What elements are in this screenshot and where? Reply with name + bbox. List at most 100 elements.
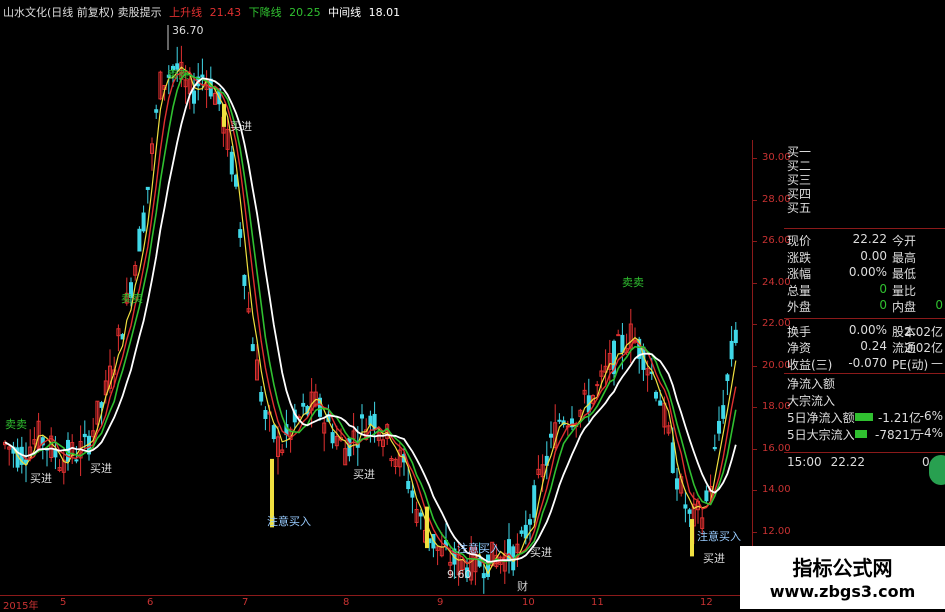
price-tick	[752, 158, 757, 159]
candle-body	[154, 109, 159, 113]
side-toggle-button[interactable]	[929, 455, 945, 485]
price-tick-label: 12.00	[762, 525, 791, 537]
separator	[784, 373, 945, 374]
quote-key: 涨幅	[787, 267, 812, 281]
quote-value-2: 2.02亿	[904, 324, 943, 339]
price-tick-label: 14.00	[762, 484, 791, 495]
price-tick	[752, 324, 757, 325]
signal-bar	[690, 519, 694, 557]
quote-value: 0.24	[860, 339, 887, 353]
quote-value: -0.070	[848, 355, 887, 370]
quote-key: 总量	[787, 283, 812, 298]
sell-signal-label: 卖卖	[167, 68, 189, 81]
buy-signal-label: 买进	[530, 546, 552, 559]
flow-row: 5日净流入额 -1.21亿 -6%	[787, 409, 945, 425]
candle-body	[229, 151, 234, 175]
kline-svg[interactable]: 36.709.60卖卖卖卖卖卖卖卖买进买进买进买进买进 买进注意买入注意买入注意买…	[0, 0, 752, 595]
flow-key: 5日净流入额	[787, 411, 855, 425]
quote-key-2: 内盘	[892, 300, 917, 314]
flow-row: 5日大宗流入 -7821万 -4%	[787, 426, 945, 442]
candle-body	[410, 490, 415, 498]
buy-level-label: 买五	[787, 201, 812, 215]
flow-row: 大宗流入	[787, 392, 945, 408]
flow-key: 大宗流入	[787, 394, 836, 408]
ma-yellow-line	[4, 66, 737, 575]
price-tick	[752, 531, 757, 533]
high-price-label: 36.70	[172, 24, 204, 37]
candle-body	[528, 519, 532, 525]
up-line-label: 上升线	[169, 6, 203, 19]
candle-body	[616, 334, 621, 337]
quote-value: 0.00%	[848, 322, 887, 337]
kline-chart[interactable]: 36.70 9.60 卖卖 卖卖 卖卖 卖卖 买进 买进 买进 买进 买进 买进 注意买入 注意买入 注意买…	[0, 0, 752, 595]
sell-signal-label: 卖卖	[622, 276, 644, 289]
quote-key: 净资	[787, 341, 812, 355]
quote-value-2: 2.02亿	[904, 341, 943, 355]
flow-key: 净流入额	[787, 377, 836, 391]
quote-row: 收益(三) -0.070 PE(动) —	[787, 356, 945, 372]
attention-buy-label: 注意买入	[697, 529, 741, 543]
quote-value-2: 0	[935, 298, 943, 312]
candle-body	[725, 374, 730, 381]
watermark: 指标公式网 www.zbgs3.com	[740, 546, 945, 609]
candle-body	[481, 573, 486, 579]
chart-header: 山水文化(日线 前复权) 卖股提示 上升线 21.43 下降线 20.25 中间…	[3, 4, 404, 20]
flow-bar	[855, 430, 867, 438]
watermark-title: 指标公式网	[792, 556, 893, 580]
quote-value-2: —	[931, 355, 943, 370]
candle-body	[687, 509, 692, 514]
separator	[784, 318, 945, 319]
quote-key: 外盘	[787, 300, 812, 314]
candle-body	[670, 442, 675, 473]
up-line-value: 21.43	[209, 6, 242, 19]
quote-key: 现价	[787, 234, 812, 248]
candle-body	[145, 186, 150, 190]
date-tick-label: 10	[522, 597, 535, 608]
candle-body	[271, 425, 276, 440]
quote-key: 收益(三)	[787, 357, 833, 372]
date-tick-label: 9	[437, 597, 444, 608]
buy-level-row: 买五	[787, 199, 945, 215]
candle-body	[330, 432, 335, 444]
flow-value: -1.21亿	[877, 411, 921, 425]
candle-body	[712, 446, 717, 450]
flow-percent: -4%	[919, 426, 943, 440]
price-tick	[752, 241, 757, 242]
sell-signal-label: 卖卖	[121, 292, 143, 305]
quote-row: 涨跌 0.00 最高	[787, 249, 945, 265]
low-price-label: 9.60	[447, 568, 472, 581]
candle-body	[595, 384, 600, 387]
candle-body	[532, 485, 537, 518]
candle-body	[360, 414, 364, 419]
candle-body	[418, 512, 423, 517]
axis-divider	[752, 140, 753, 595]
down-line-label: 下降线	[248, 6, 282, 19]
date-tick-label: 11	[591, 597, 604, 608]
candle-body	[704, 490, 709, 502]
mid-line-label: 中间线	[328, 6, 362, 19]
tick-price: 22.22	[830, 455, 865, 469]
down-line-value: 20.25	[289, 6, 321, 19]
flow-row: 净流入额	[787, 375, 945, 391]
buy-signal-label: 买进	[703, 552, 725, 565]
price-tick	[752, 448, 757, 450]
quote-key: 换手	[787, 324, 812, 339]
candle-body	[301, 402, 306, 407]
mid-line-value: 18.01	[368, 6, 401, 19]
attention-buy-label: 注意买入	[267, 514, 311, 528]
candle-body	[74, 459, 79, 462]
candle-body	[82, 433, 87, 438]
signal-bar	[425, 506, 429, 549]
quote-row: 换手 0.00% 股本 2.02亿	[787, 323, 945, 339]
candle-body	[200, 74, 205, 78]
quote-key-2: PE(动)	[892, 357, 929, 372]
quote-row: 现价 22.22 今开	[787, 232, 945, 248]
quote-value: 22.22	[852, 232, 887, 246]
date-tick-label: 5	[60, 597, 67, 608]
tick-row: 15:00 22.22 0	[787, 455, 945, 471]
ma-green-line	[4, 72, 737, 566]
candle-body	[137, 228, 142, 252]
candle-body	[557, 419, 562, 422]
quote-row: 外盘 0 内盘 0	[787, 298, 945, 314]
price-tick	[752, 407, 757, 408]
